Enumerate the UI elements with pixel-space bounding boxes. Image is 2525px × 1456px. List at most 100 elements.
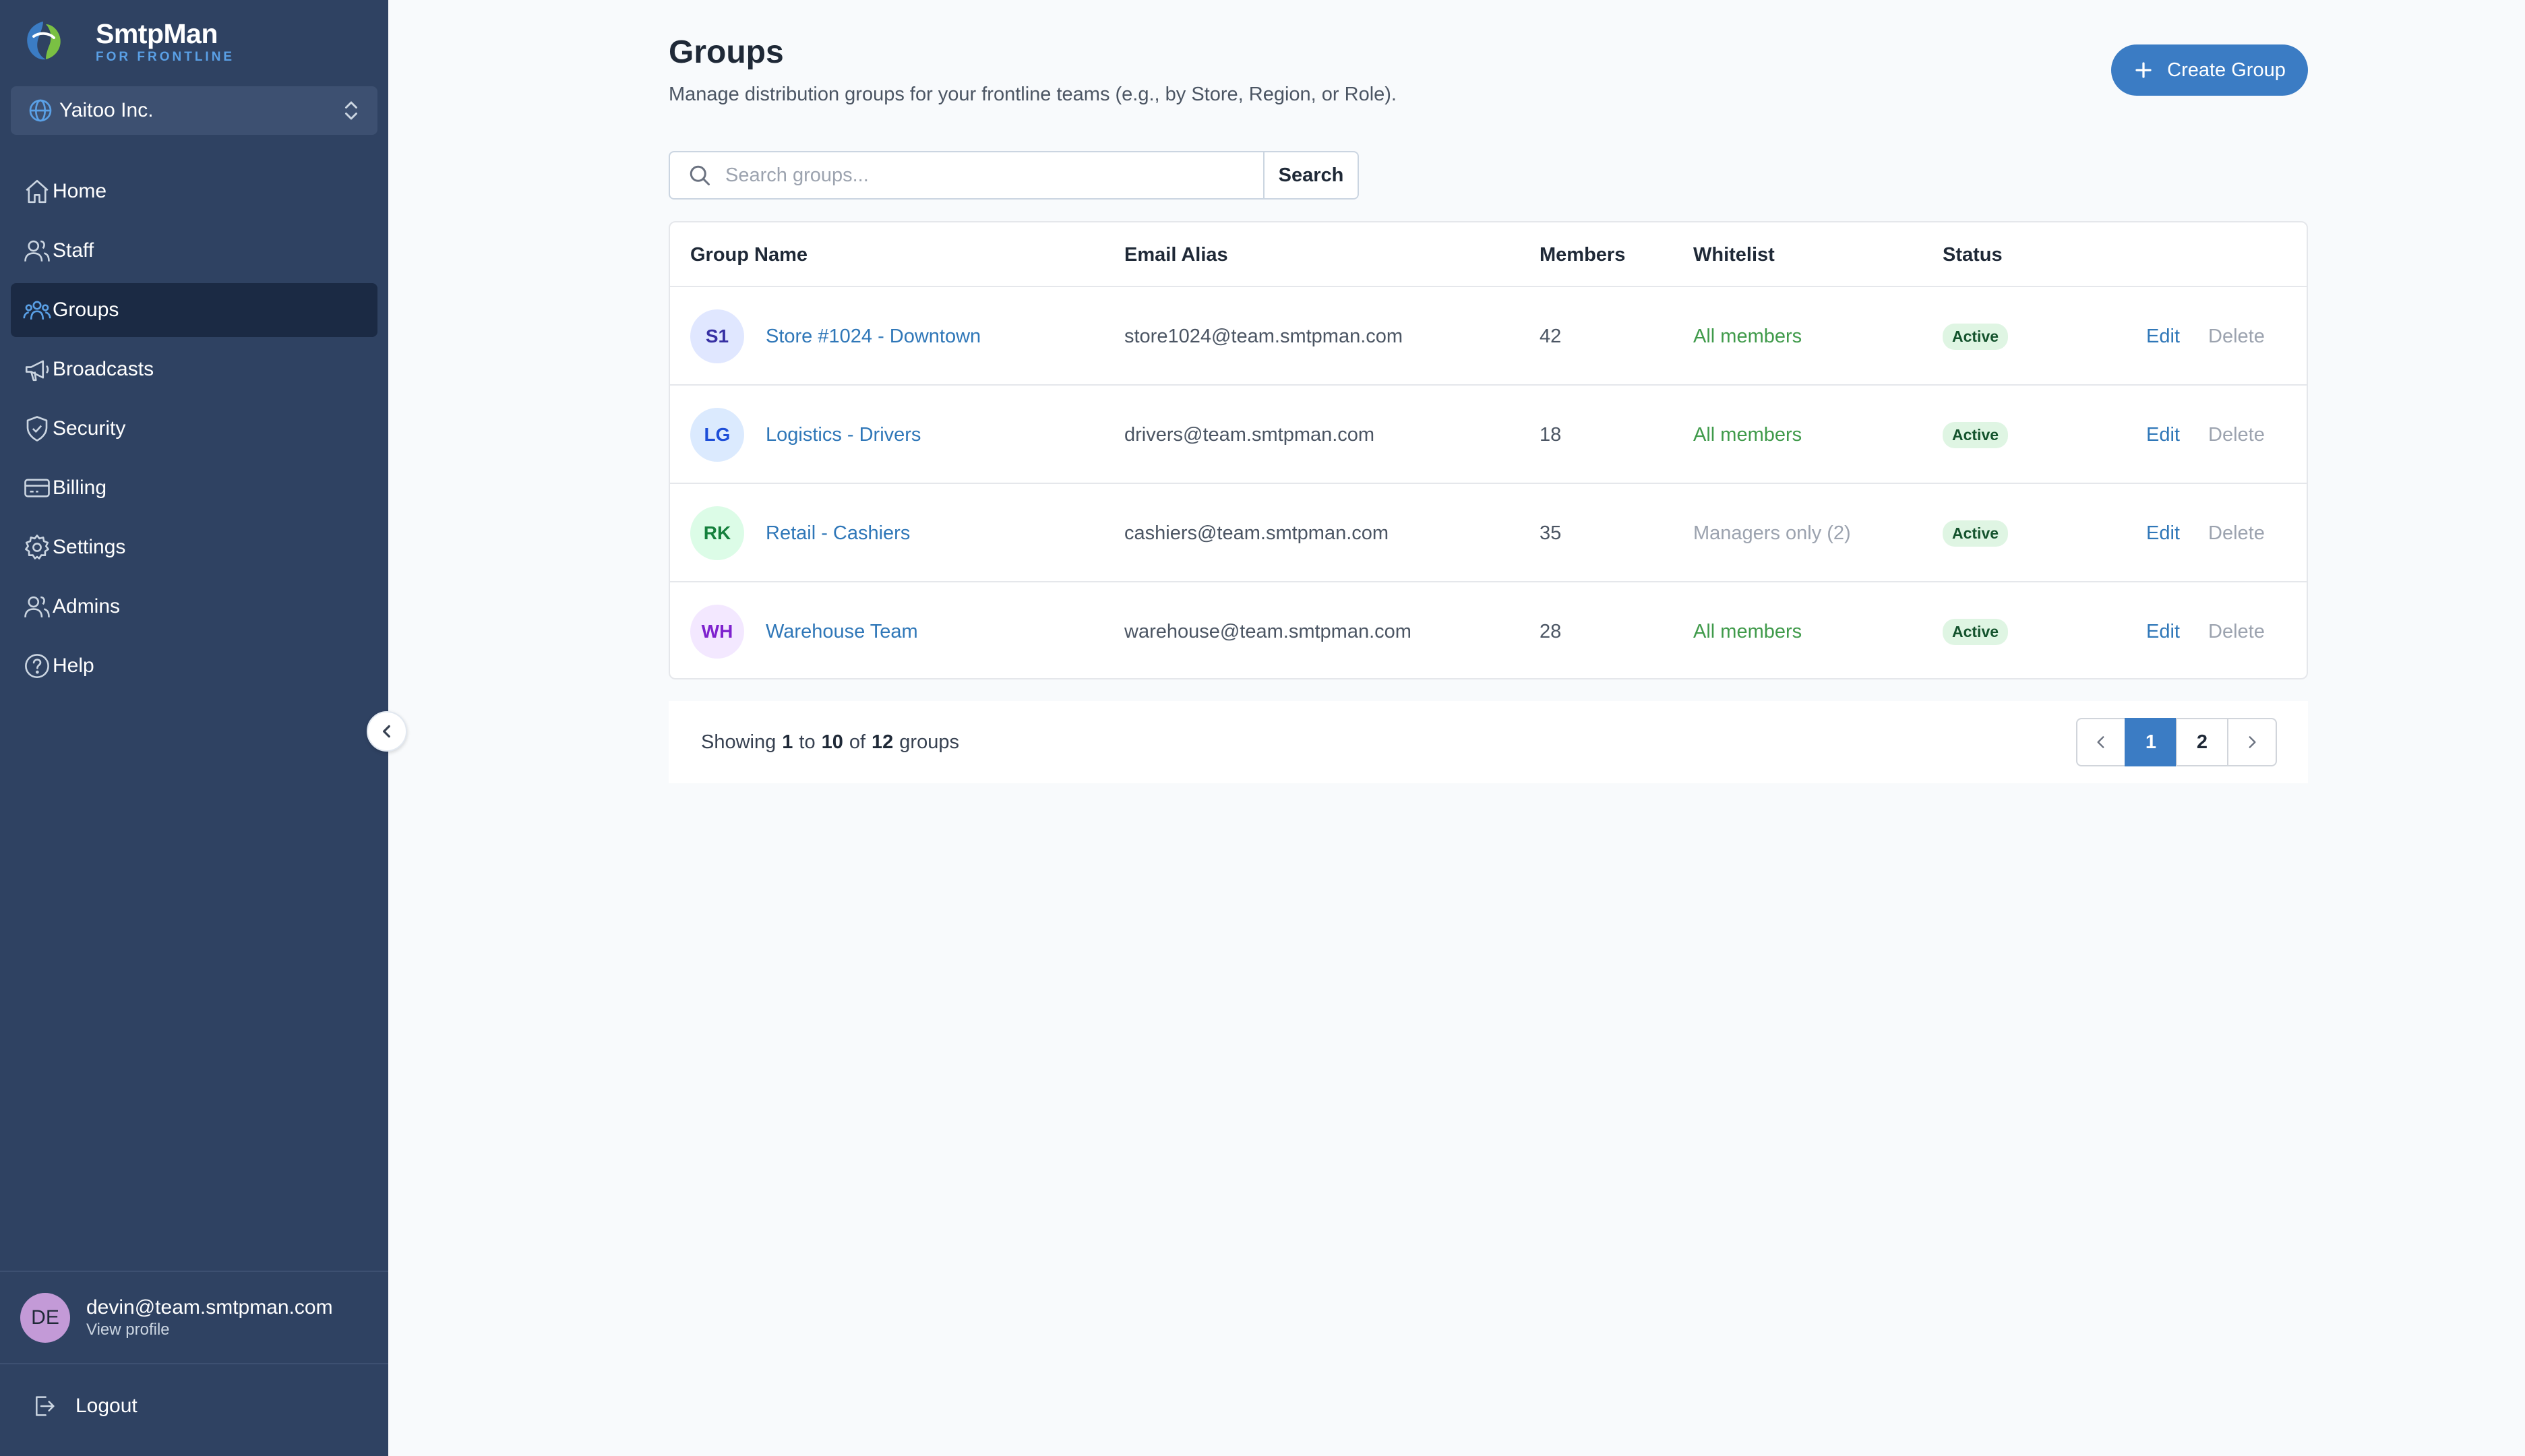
edit-button[interactable]: Edit xyxy=(2146,386,2180,484)
group-name-link[interactable]: Logistics - Drivers xyxy=(766,424,921,446)
smtpman-logo xyxy=(27,22,61,60)
credit-card-icon xyxy=(24,479,50,497)
sidebar-item-label: Help xyxy=(53,655,94,677)
shield-icon xyxy=(26,416,48,442)
column-header-members[interactable]: Members xyxy=(1540,222,1625,287)
group-name-link[interactable]: Store #1024 - Downtown xyxy=(766,326,981,348)
group-name-cell: LG Logistics - Drivers xyxy=(690,386,921,484)
page-button-1[interactable]: 1 xyxy=(2125,718,2177,766)
whitelist-value: Managers only (2) xyxy=(1693,522,1851,544)
logout-button[interactable]: Logout xyxy=(31,1393,138,1420)
sidebar-item-label: Settings xyxy=(53,536,126,558)
group-initials-avatar: S1 xyxy=(690,309,744,363)
edit-button[interactable]: Edit xyxy=(2146,484,2180,582)
status-cell: Active xyxy=(1943,287,2009,386)
members-count: 18 xyxy=(1540,423,1562,446)
edit-button[interactable]: Edit xyxy=(2146,582,2180,681)
sidebar-item-label: Home xyxy=(53,180,107,202)
email-alias: cashiers@team.smtpman.com xyxy=(1124,522,1389,544)
sidebar-item-security[interactable]: Security xyxy=(11,402,377,456)
column-header-email-alias[interactable]: Email Alias xyxy=(1124,222,1228,287)
globe-icon xyxy=(29,99,52,122)
sidebar-item-help[interactable]: Help xyxy=(11,639,377,693)
whitelist-value: All members xyxy=(1693,325,1802,347)
summary-from: 1 xyxy=(782,731,793,753)
sidebar-item-label: Admins xyxy=(53,595,121,617)
sidebar-item-home[interactable]: Home xyxy=(11,164,377,218)
sidebar-item-admins[interactable]: Admins xyxy=(11,580,377,634)
table-row: LG Logistics - Drivers drivers@team.smtp… xyxy=(670,386,2307,484)
summary-prefix: Showing xyxy=(701,731,777,753)
status-badge: Active xyxy=(1943,520,2009,547)
summary-total: 12 xyxy=(872,731,894,753)
user-icon xyxy=(24,240,50,262)
logout-label: Logout xyxy=(75,1395,138,1417)
group-name-link[interactable]: Retail - Cashiers xyxy=(766,522,910,545)
create-group-button[interactable]: Create Group xyxy=(2111,44,2308,96)
search-field[interactable] xyxy=(669,151,1265,200)
page-button-2[interactable]: 2 xyxy=(2176,718,2228,766)
brand-tagline: FOR FRONTLINE xyxy=(96,50,235,64)
column-header-status[interactable]: Status xyxy=(1943,222,2003,287)
view-profile-link[interactable]: View profile xyxy=(86,1320,333,1340)
group-name-cell: WH Warehouse Team xyxy=(690,582,918,681)
status-badge: Active xyxy=(1943,618,2009,645)
search-button[interactable]: Search xyxy=(1265,151,1359,200)
group-initials-avatar: RK xyxy=(690,506,744,560)
sidebar-item-label: Broadcasts xyxy=(53,358,154,380)
delete-button[interactable]: Delete xyxy=(2208,386,2265,484)
edit-button[interactable]: Edit xyxy=(2146,287,2180,386)
email-alias: drivers@team.smtpman.com xyxy=(1124,423,1375,446)
summary-to-word: to xyxy=(799,731,816,753)
search-bar: Search xyxy=(669,151,1359,200)
delete-button[interactable]: Delete xyxy=(2208,484,2265,582)
sidebar-item-label: Staff xyxy=(53,239,94,262)
sidebar-item-billing[interactable]: Billing xyxy=(11,461,377,515)
search-icon xyxy=(690,165,710,185)
delete-button[interactable]: Delete xyxy=(2208,582,2265,681)
divider xyxy=(0,1271,388,1272)
group-initials-avatar: WH xyxy=(690,605,744,659)
pagination-controls: 1 2 xyxy=(2076,718,2277,766)
sidebar-item-settings[interactable]: Settings xyxy=(11,520,377,574)
chevron-left-icon xyxy=(383,725,390,738)
chevron-up-down-icon xyxy=(345,101,357,120)
collapse-sidebar-button[interactable] xyxy=(367,711,407,752)
gear-icon xyxy=(25,535,49,559)
status-badge: Active xyxy=(1943,421,2009,448)
delete-button[interactable]: Delete xyxy=(2208,287,2265,386)
brand[interactable]: SmtpMan FOR FRONTLINE xyxy=(19,18,235,66)
home-icon xyxy=(26,179,49,204)
sidebar-item-label: Billing xyxy=(53,477,107,499)
groups-table: Group Name Email Alias Members Whitelist… xyxy=(669,221,2308,679)
summary-to: 10 xyxy=(821,731,843,753)
organization-selector[interactable]: Yaitoo Inc. xyxy=(11,86,377,135)
previous-page-button[interactable] xyxy=(2076,718,2126,766)
users-icon xyxy=(23,301,51,320)
status-cell: Active xyxy=(1943,386,2009,484)
column-header-group-name[interactable]: Group Name xyxy=(690,222,808,287)
status-badge: Active xyxy=(1943,323,2009,350)
pagination-summary: Showing 1 to 10 of 12 groups xyxy=(701,701,959,783)
sidebar-item-staff[interactable]: Staff xyxy=(11,224,377,278)
column-header-whitelist[interactable]: Whitelist xyxy=(1693,222,1775,287)
status-cell: Active xyxy=(1943,582,2009,681)
table-row: WH Warehouse Team warehouse@team.smtpman… xyxy=(670,582,2307,681)
profile-email: devin@team.smtpman.com xyxy=(86,1296,333,1318)
megaphone-icon xyxy=(25,360,49,382)
create-group-label: Create Group xyxy=(2167,59,2286,81)
summary-of-word: of xyxy=(849,731,866,753)
pagination-bar: Showing 1 to 10 of 12 groups 1 2 xyxy=(669,701,2308,783)
search-input[interactable] xyxy=(724,163,1236,187)
page-subtitle: Manage distribution groups for your fron… xyxy=(669,84,1397,105)
help-circle-icon xyxy=(25,654,49,678)
next-page-button[interactable] xyxy=(2227,718,2277,766)
summary-suffix: groups xyxy=(899,731,959,753)
logout-icon xyxy=(36,1396,55,1416)
user-profile[interactable]: DE devin@team.smtpman.com View profile xyxy=(20,1293,333,1343)
group-initials-avatar: LG xyxy=(690,408,744,462)
page-title: Groups xyxy=(669,34,784,70)
sidebar-item-broadcasts[interactable]: Broadcasts xyxy=(11,342,377,396)
group-name-link[interactable]: Warehouse Team xyxy=(766,621,918,643)
sidebar-item-groups[interactable]: Groups xyxy=(11,283,377,337)
